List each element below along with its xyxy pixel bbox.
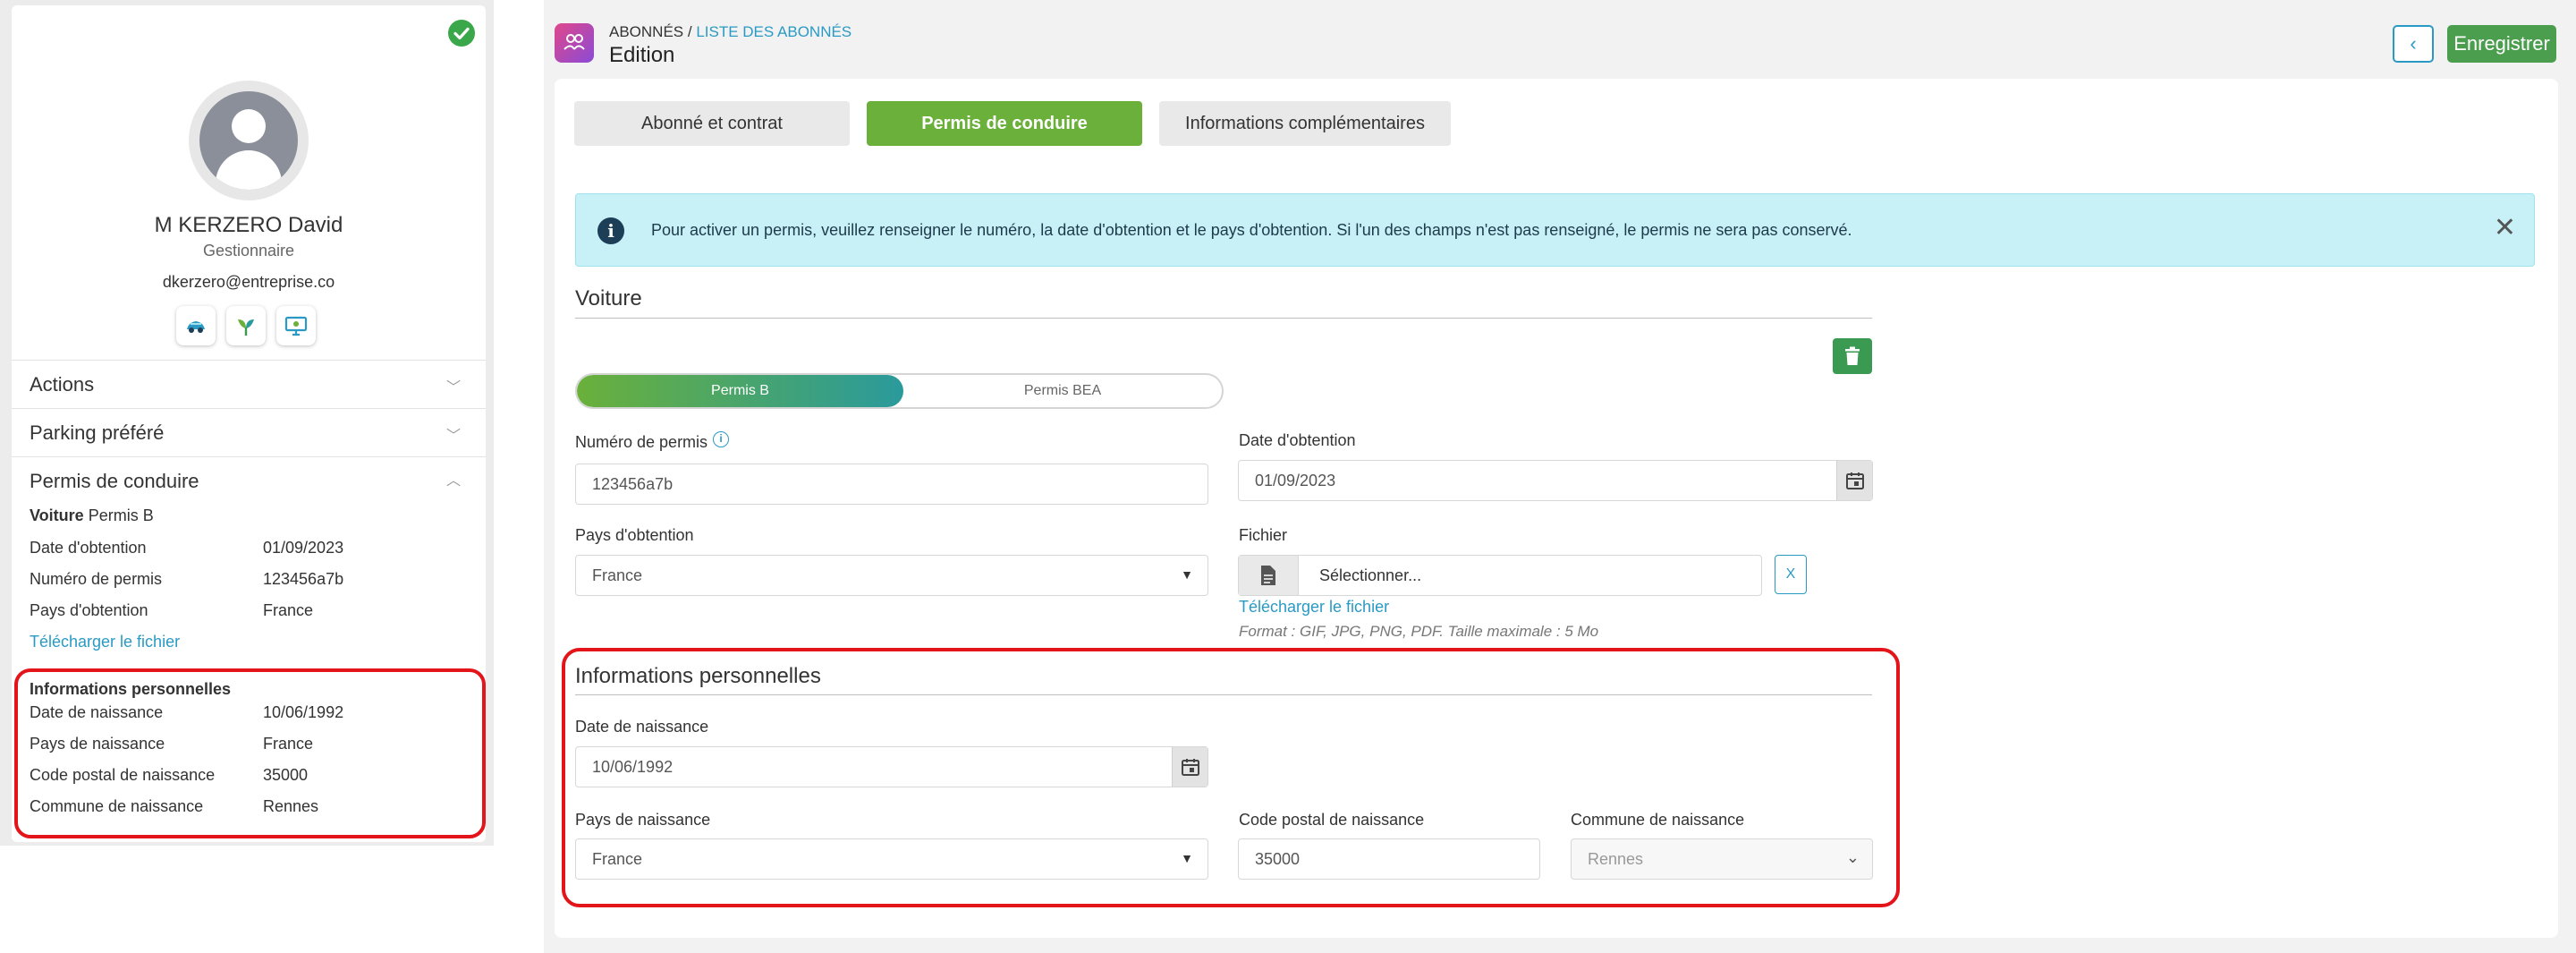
- breadcrumb-link[interactable]: LISTE DES ABONNÉS: [696, 23, 852, 40]
- check-circle-icon: [448, 20, 475, 47]
- info-icon: i: [597, 217, 624, 244]
- page-title: Edition: [609, 43, 675, 67]
- user-icon: [199, 91, 298, 190]
- avatar[interactable]: [189, 81, 309, 200]
- back-button[interactable]: ‹: [2393, 25, 2434, 63]
- permis-type-toggle[interactable]: Permis B Permis BEA: [575, 373, 1224, 409]
- breadcrumb: ABONNÉS / LISTE DES ABONNÉS: [609, 23, 852, 41]
- alert-message: Pour activer un permis, veuillez renseig…: [651, 221, 1852, 239]
- tab-abonne-contrat[interactable]: Abonné et contrat: [574, 101, 850, 146]
- tab-permis-conduire[interactable]: Permis de conduire: [867, 101, 1142, 146]
- date-obtention-value: 01/09/2023: [1255, 471, 1336, 489]
- chevron-down-icon: ﹀: [445, 380, 461, 396]
- tab-informations-complementaires[interactable]: Informations complémentaires: [1159, 101, 1451, 146]
- summary-vehicle: Voiture Permis B: [30, 506, 154, 525]
- accordion-actions[interactable]: Actions ﹀: [12, 360, 486, 408]
- chevron-down-icon: ﹀: [445, 429, 461, 444]
- summary-value: 123456a7b: [263, 570, 344, 588]
- pays-obtention-select[interactable]: France ▼: [575, 555, 1208, 596]
- pays-obtention-label: Pays d'obtention: [575, 526, 694, 544]
- toggle-option-permis-b[interactable]: Permis B: [577, 375, 903, 407]
- info-alert: i Pour activer un permis, veuillez rense…: [575, 193, 2535, 267]
- numero-permis-label-text: Numéro de permis: [575, 433, 708, 451]
- accordion-actions-label: Actions: [30, 373, 95, 396]
- summary-label: Pays d'obtention: [30, 601, 148, 619]
- profile-role: Gestionnaire: [202, 242, 295, 260]
- info-icon[interactable]: i: [713, 431, 730, 447]
- highlight-box-right: [562, 648, 1900, 907]
- section-divider: [575, 318, 1872, 319]
- caret-down-icon: ▼: [1181, 567, 1193, 582]
- profile-email: dkerzero@entreprise.co: [162, 273, 335, 291]
- app-monitor-icon[interactable]: [276, 306, 316, 345]
- document-icon: [1239, 556, 1299, 595]
- summary-vehicle-type: Permis B: [88, 506, 154, 524]
- pays-obtention-value: France: [592, 566, 643, 584]
- summary-label: Numéro de permis: [30, 570, 163, 588]
- accordion-parking-label: Parking préféré: [30, 421, 165, 444]
- clear-file-button[interactable]: X: [1775, 555, 1807, 594]
- app-leaf-icon[interactable]: [226, 306, 266, 345]
- summary-vehicle-label: Voiture: [30, 506, 84, 524]
- numero-permis-value: 123456a7b: [592, 474, 674, 493]
- download-file-link[interactable]: Télécharger le fichier: [30, 633, 180, 651]
- app-shortcuts: [176, 306, 328, 345]
- toggle-option-permis-bea[interactable]: Permis BEA: [903, 375, 1222, 407]
- fichier-label: Fichier: [1239, 526, 1288, 544]
- date-obtention-label: Date d'obtention: [1239, 431, 1356, 449]
- summary-value: 01/09/2023: [263, 539, 344, 557]
- close-icon[interactable]: ✕: [2494, 212, 2516, 243]
- accordion-permis-label: Permis de conduire: [30, 470, 199, 492]
- file-format-hint: Format : GIF, JPG, PNG, PDF. Taille maxi…: [1239, 623, 1599, 640]
- trash-icon: [1845, 346, 1860, 365]
- date-obtention-input[interactable]: 01/09/2023: [1238, 460, 1873, 501]
- accordion-parking[interactable]: Parking préféré ﹀: [12, 408, 486, 456]
- breadcrumb-root: ABONNÉS: [609, 23, 684, 40]
- calendar-icon[interactable]: [1836, 461, 1872, 500]
- save-button[interactable]: Enregistrer: [2447, 25, 2556, 63]
- delete-button[interactable]: [1833, 338, 1872, 374]
- breadcrumb-separator: /: [683, 23, 697, 40]
- summary-label: Date d'obtention: [30, 539, 147, 557]
- file-select-label: Sélectionner...: [1319, 566, 1422, 584]
- highlight-box-left: [14, 668, 486, 838]
- profile-name: M KERZERO David: [154, 213, 343, 237]
- app-car-icon[interactable]: [176, 306, 216, 345]
- chevron-up-icon: ︿: [445, 473, 461, 489]
- summary-value: France: [263, 601, 314, 619]
- file-picker[interactable]: Sélectionner...: [1238, 555, 1762, 596]
- numero-permis-input[interactable]: 123456a7b: [575, 464, 1208, 505]
- users-icon: [555, 23, 594, 63]
- section-voiture-title: Voiture: [575, 286, 642, 311]
- download-file-link[interactable]: Télécharger le fichier: [1239, 598, 1389, 617]
- numero-permis-label: Numéro de permis i: [575, 431, 730, 452]
